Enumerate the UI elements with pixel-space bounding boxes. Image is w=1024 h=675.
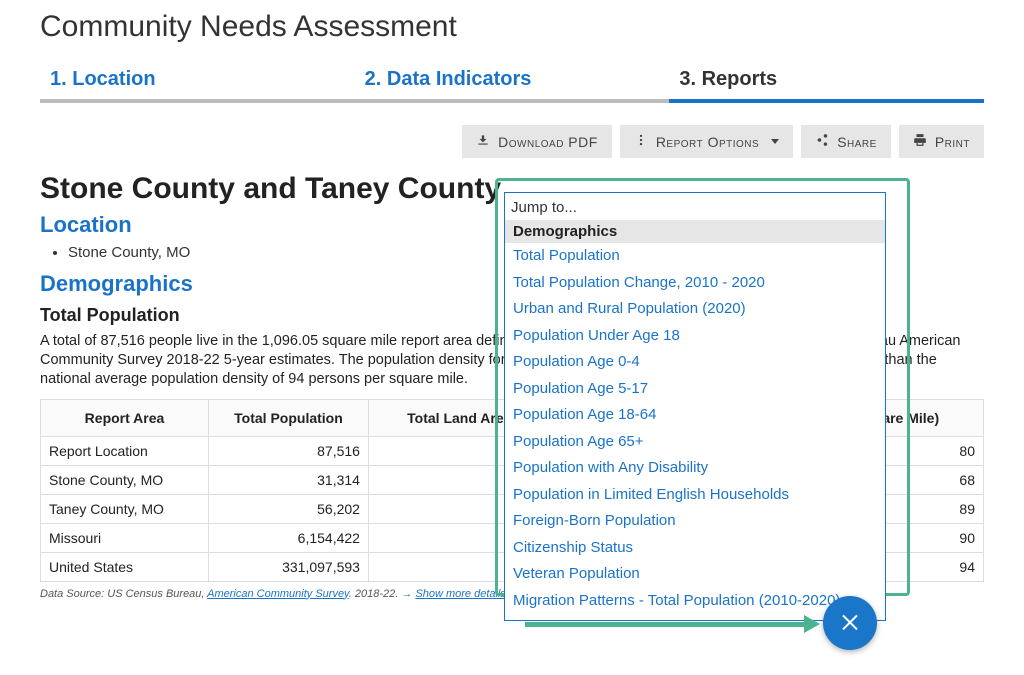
jump-link[interactable]: Urban and Rural Population (2020): [505, 296, 885, 323]
jump-link[interactable]: Total Population Change, 2010 - 2020: [505, 270, 885, 297]
table-cell: 56,202: [208, 494, 368, 523]
download-label: Download PDF: [498, 134, 598, 150]
jump-link[interactable]: Population with Any Disability: [505, 455, 885, 482]
close-icon: [838, 609, 862, 638]
table-cell: 6,154,422: [208, 523, 368, 552]
jump-link[interactable]: Population Under Age 18: [505, 323, 885, 350]
jump-link[interactable]: Foreign-Born Population: [505, 508, 885, 535]
table-cell: Missouri: [41, 523, 209, 552]
jump-group-demographics: Demographics: [505, 220, 885, 243]
jump-link[interactable]: Population Age 18-64: [505, 402, 885, 429]
step-reports[interactable]: 3. Reports: [669, 62, 984, 103]
table-cell: 87,516: [208, 436, 368, 465]
options-label: Report Options: [656, 134, 759, 150]
jump-link[interactable]: Population in Limited English Households: [505, 482, 885, 509]
jump-to-title: Jump to...: [505, 197, 885, 220]
col-report-area: Report Area: [41, 399, 209, 436]
source-link[interactable]: American Community Survey: [207, 588, 349, 600]
table-cell: Stone County, MO: [41, 465, 209, 494]
jump-link[interactable]: Veteran Population: [505, 561, 885, 588]
table-cell: Taney County, MO: [41, 494, 209, 523]
share-icon: [815, 133, 829, 150]
step-nav: 1. Location 2. Data Indicators 3. Report…: [40, 62, 984, 107]
col-total-population: Total Population: [208, 399, 368, 436]
chevron-down-icon: [771, 139, 779, 144]
download-pdf-button[interactable]: Download PDF: [462, 125, 612, 158]
table-cell: 31,314: [208, 465, 368, 494]
share-label: Share: [837, 134, 877, 150]
share-button[interactable]: Share: [801, 125, 891, 158]
download-icon: [476, 133, 490, 150]
jump-link[interactable]: Population Age 5-17: [505, 376, 885, 403]
jump-link[interactable]: Population Age 0-4: [505, 349, 885, 376]
step-location[interactable]: 1. Location: [40, 62, 355, 103]
step-data-indicators[interactable]: 2. Data Indicators: [355, 62, 670, 103]
table-cell: 331,097,593: [208, 552, 368, 581]
print-button[interactable]: Print: [899, 125, 984, 158]
report-toolbar: Download PDF Report Options Share Print: [40, 125, 984, 158]
annotation-arrow: [525, 615, 820, 633]
print-label: Print: [935, 134, 970, 150]
source-suffix: . 2018-22.: [349, 588, 402, 600]
arrow-right-icon: →: [401, 588, 415, 600]
show-more-details-link[interactable]: Show more details: [415, 588, 506, 600]
jump-link[interactable]: Total Population: [505, 243, 885, 270]
table-cell: Report Location: [41, 436, 209, 465]
kebab-icon: [634, 133, 648, 150]
table-cell: United States: [41, 552, 209, 581]
jump-to-panel: Jump to... Demographics Total Population…: [504, 192, 886, 621]
jump-link[interactable]: Population Age 65+: [505, 429, 885, 456]
source-prefix: Data Source: US Census Bureau,: [40, 588, 207, 600]
report-options-button[interactable]: Report Options: [620, 125, 793, 158]
page-title: Community Needs Assessment: [40, 10, 984, 44]
jump-link[interactable]: Citizenship Status: [505, 535, 885, 562]
print-icon: [913, 133, 927, 150]
close-button[interactable]: [823, 596, 877, 650]
